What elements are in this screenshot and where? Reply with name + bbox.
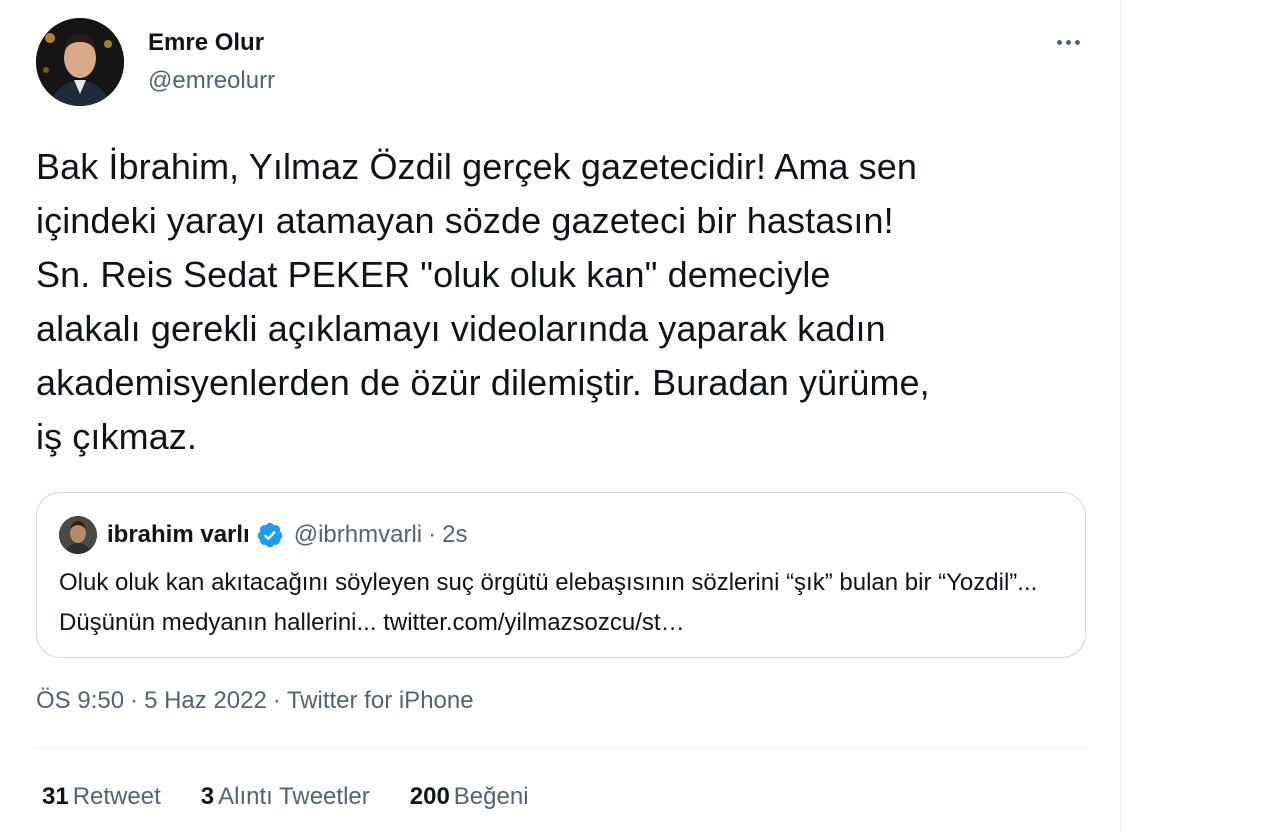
avatar[interactable] xyxy=(36,18,124,106)
quote-tweets-count: 3 xyxy=(200,783,215,810)
quoted-tweet-text: Oluk oluk kan akıtacağını söyleyen suç ö… xyxy=(59,569,1038,636)
quote-tweets-label: Alıntı Tweetler xyxy=(218,783,370,810)
retweets-count: 31 xyxy=(42,783,69,810)
tweet-stats: 31 Retweet 3 Alıntı Tweetler 200 Beğeni xyxy=(36,749,1088,832)
author-handle[interactable]: @emreolurr xyxy=(148,66,275,96)
quote-tweets-stat[interactable]: 3 Alıntı Tweetler xyxy=(201,783,370,811)
retweets-stat[interactable]: 31 Retweet xyxy=(42,783,161,811)
likes-stat[interactable]: 200 Beğeni xyxy=(410,783,529,811)
likes-count: 200 xyxy=(409,783,450,810)
quoted-tweet-header: ibrahim varlı @ibrhmvarli · 2s xyxy=(59,515,1063,555)
quoted-author-name[interactable]: ibrahim varlı xyxy=(107,521,250,549)
tweet-date[interactable]: 5 Haz 2022 xyxy=(144,687,267,714)
meta-separator: · xyxy=(272,687,281,714)
more-dot xyxy=(1065,39,1071,45)
quoted-separator: · xyxy=(428,521,437,548)
quoted-tweet[interactable]: ibrahim varlı @ibrhmvarli · 2s Oluk oluk… xyxy=(36,492,1086,658)
quoted-avatar-image xyxy=(59,516,97,554)
quoted-avatar[interactable] xyxy=(59,516,97,554)
tweet-header: Emre Olur @emreolurr xyxy=(36,18,1088,110)
tweet-time[interactable]: ÖS 9:50 xyxy=(36,687,124,714)
quoted-timestamp[interactable]: 2s xyxy=(442,521,467,549)
verified-badge-icon xyxy=(257,522,282,548)
quoted-author-handle[interactable]: @ibrhmvarli xyxy=(294,521,422,549)
tweet-page: Emre Olur @emreolurr Bak İbrahim, Yılmaz… xyxy=(0,0,1280,832)
more-horizontal-icon xyxy=(1056,39,1062,45)
likes-label: Beğeni xyxy=(453,783,529,810)
avatar-image xyxy=(36,18,124,106)
tweet-text: Bak İbrahim, Yılmaz Özdil gerçek gazetec… xyxy=(36,146,930,457)
author-names: Emre Olur @emreolurr xyxy=(148,28,275,96)
author-display-name[interactable]: Emre Olur xyxy=(148,28,275,58)
tweet-source[interactable]: Twitter for iPhone xyxy=(287,687,474,714)
tweet-metadata: ÖS 9:50 · 5 Haz 2022 · Twitter for iPhone xyxy=(36,684,1088,718)
more-options-button[interactable] xyxy=(1048,30,1088,54)
tweet: Emre Olur @emreolurr Bak İbrahim, Yılmaz… xyxy=(36,18,1088,832)
meta-separator: · xyxy=(130,687,139,714)
retweets-label: Retweet xyxy=(72,783,161,810)
column-divider xyxy=(1120,0,1121,832)
more-dot xyxy=(1074,39,1080,45)
